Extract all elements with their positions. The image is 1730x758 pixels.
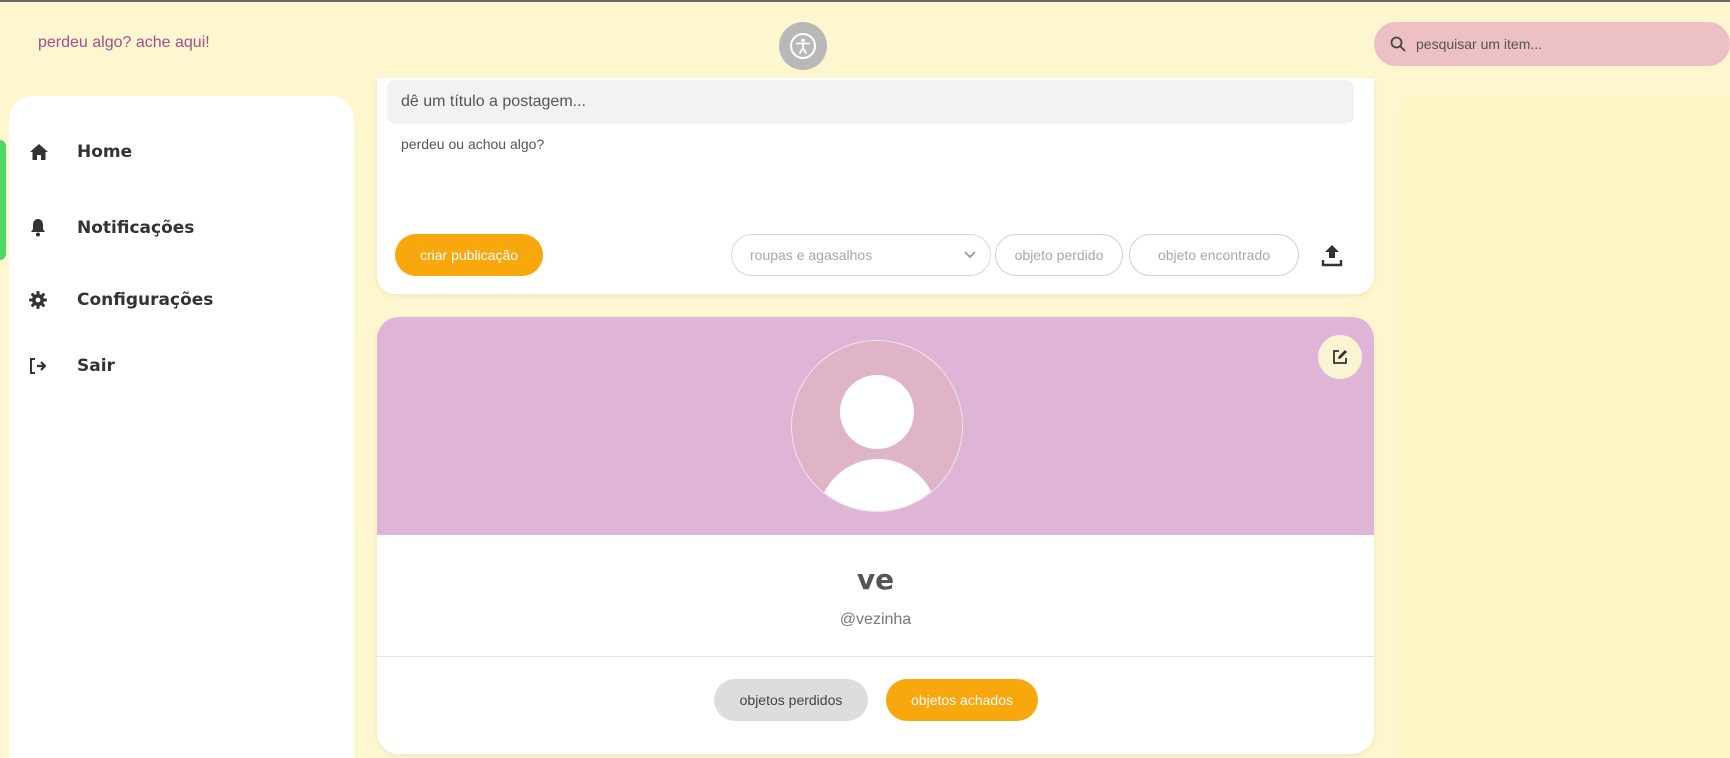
post-body-input[interactable]	[387, 136, 1354, 216]
tab-lost-objects[interactable]: objetos perdidos	[714, 679, 868, 721]
upload-icon	[1321, 245, 1343, 267]
category-select[interactable]: roupas e agasalhos	[731, 234, 991, 276]
tab-found-objects[interactable]: objetos achados	[886, 679, 1038, 721]
search-icon	[1390, 36, 1406, 52]
brand-tagline: perdeu algo? ache aqui!	[38, 34, 210, 51]
post-composer: criar publicação roupas e agasalhos obje…	[377, 78, 1374, 294]
edit-profile-button[interactable]	[1318, 335, 1362, 379]
chevron-down-icon	[964, 251, 976, 259]
sidebar-item-label: Notificações	[77, 218, 195, 238]
search-input[interactable]	[1416, 36, 1716, 52]
window-top-border	[0, 0, 1730, 2]
right-panel	[1398, 96, 1730, 758]
accessibility-button[interactable]	[779, 22, 827, 70]
accessibility-icon	[790, 33, 816, 59]
sidebar-item-label: Configurações	[77, 290, 214, 310]
search-bar[interactable]	[1374, 22, 1730, 66]
category-selected-value: roupas e agasalhos	[750, 247, 873, 263]
left-edge-accent	[0, 140, 6, 260]
post-title-input[interactable]	[387, 80, 1354, 124]
sidebar-item-logout[interactable]: Sair	[29, 356, 115, 376]
home-icon	[29, 143, 57, 161]
sidebar-item-label: Sair	[77, 356, 115, 376]
sidebar-item-notifications[interactable]: Notificações	[29, 218, 194, 238]
avatar-head-shape	[840, 375, 914, 449]
sidebar: Home Notificações Configurações Sair	[9, 96, 354, 758]
lost-object-toggle[interactable]: objeto perdido	[995, 234, 1123, 276]
profile-handle: @vezinha	[839, 611, 912, 628]
sidebar-item-home[interactable]: Home	[29, 142, 132, 162]
upload-button[interactable]	[1317, 238, 1347, 272]
gear-icon	[29, 291, 57, 309]
logout-icon	[29, 358, 57, 374]
profile-name: ve	[856, 563, 895, 596]
avatar[interactable]	[791, 340, 963, 512]
avatar-body-shape	[818, 459, 938, 511]
profile-divider	[377, 656, 1374, 657]
sidebar-item-label: Home	[77, 142, 133, 162]
bell-icon	[29, 218, 57, 238]
edit-icon	[1333, 350, 1347, 364]
found-object-toggle[interactable]: objeto encontrado	[1129, 234, 1299, 276]
sidebar-item-settings[interactable]: Configurações	[29, 290, 213, 310]
create-post-button[interactable]: criar publicação	[395, 234, 543, 276]
profile-card: ve @vezinha objetos perdidos objetos ach…	[377, 317, 1374, 754]
